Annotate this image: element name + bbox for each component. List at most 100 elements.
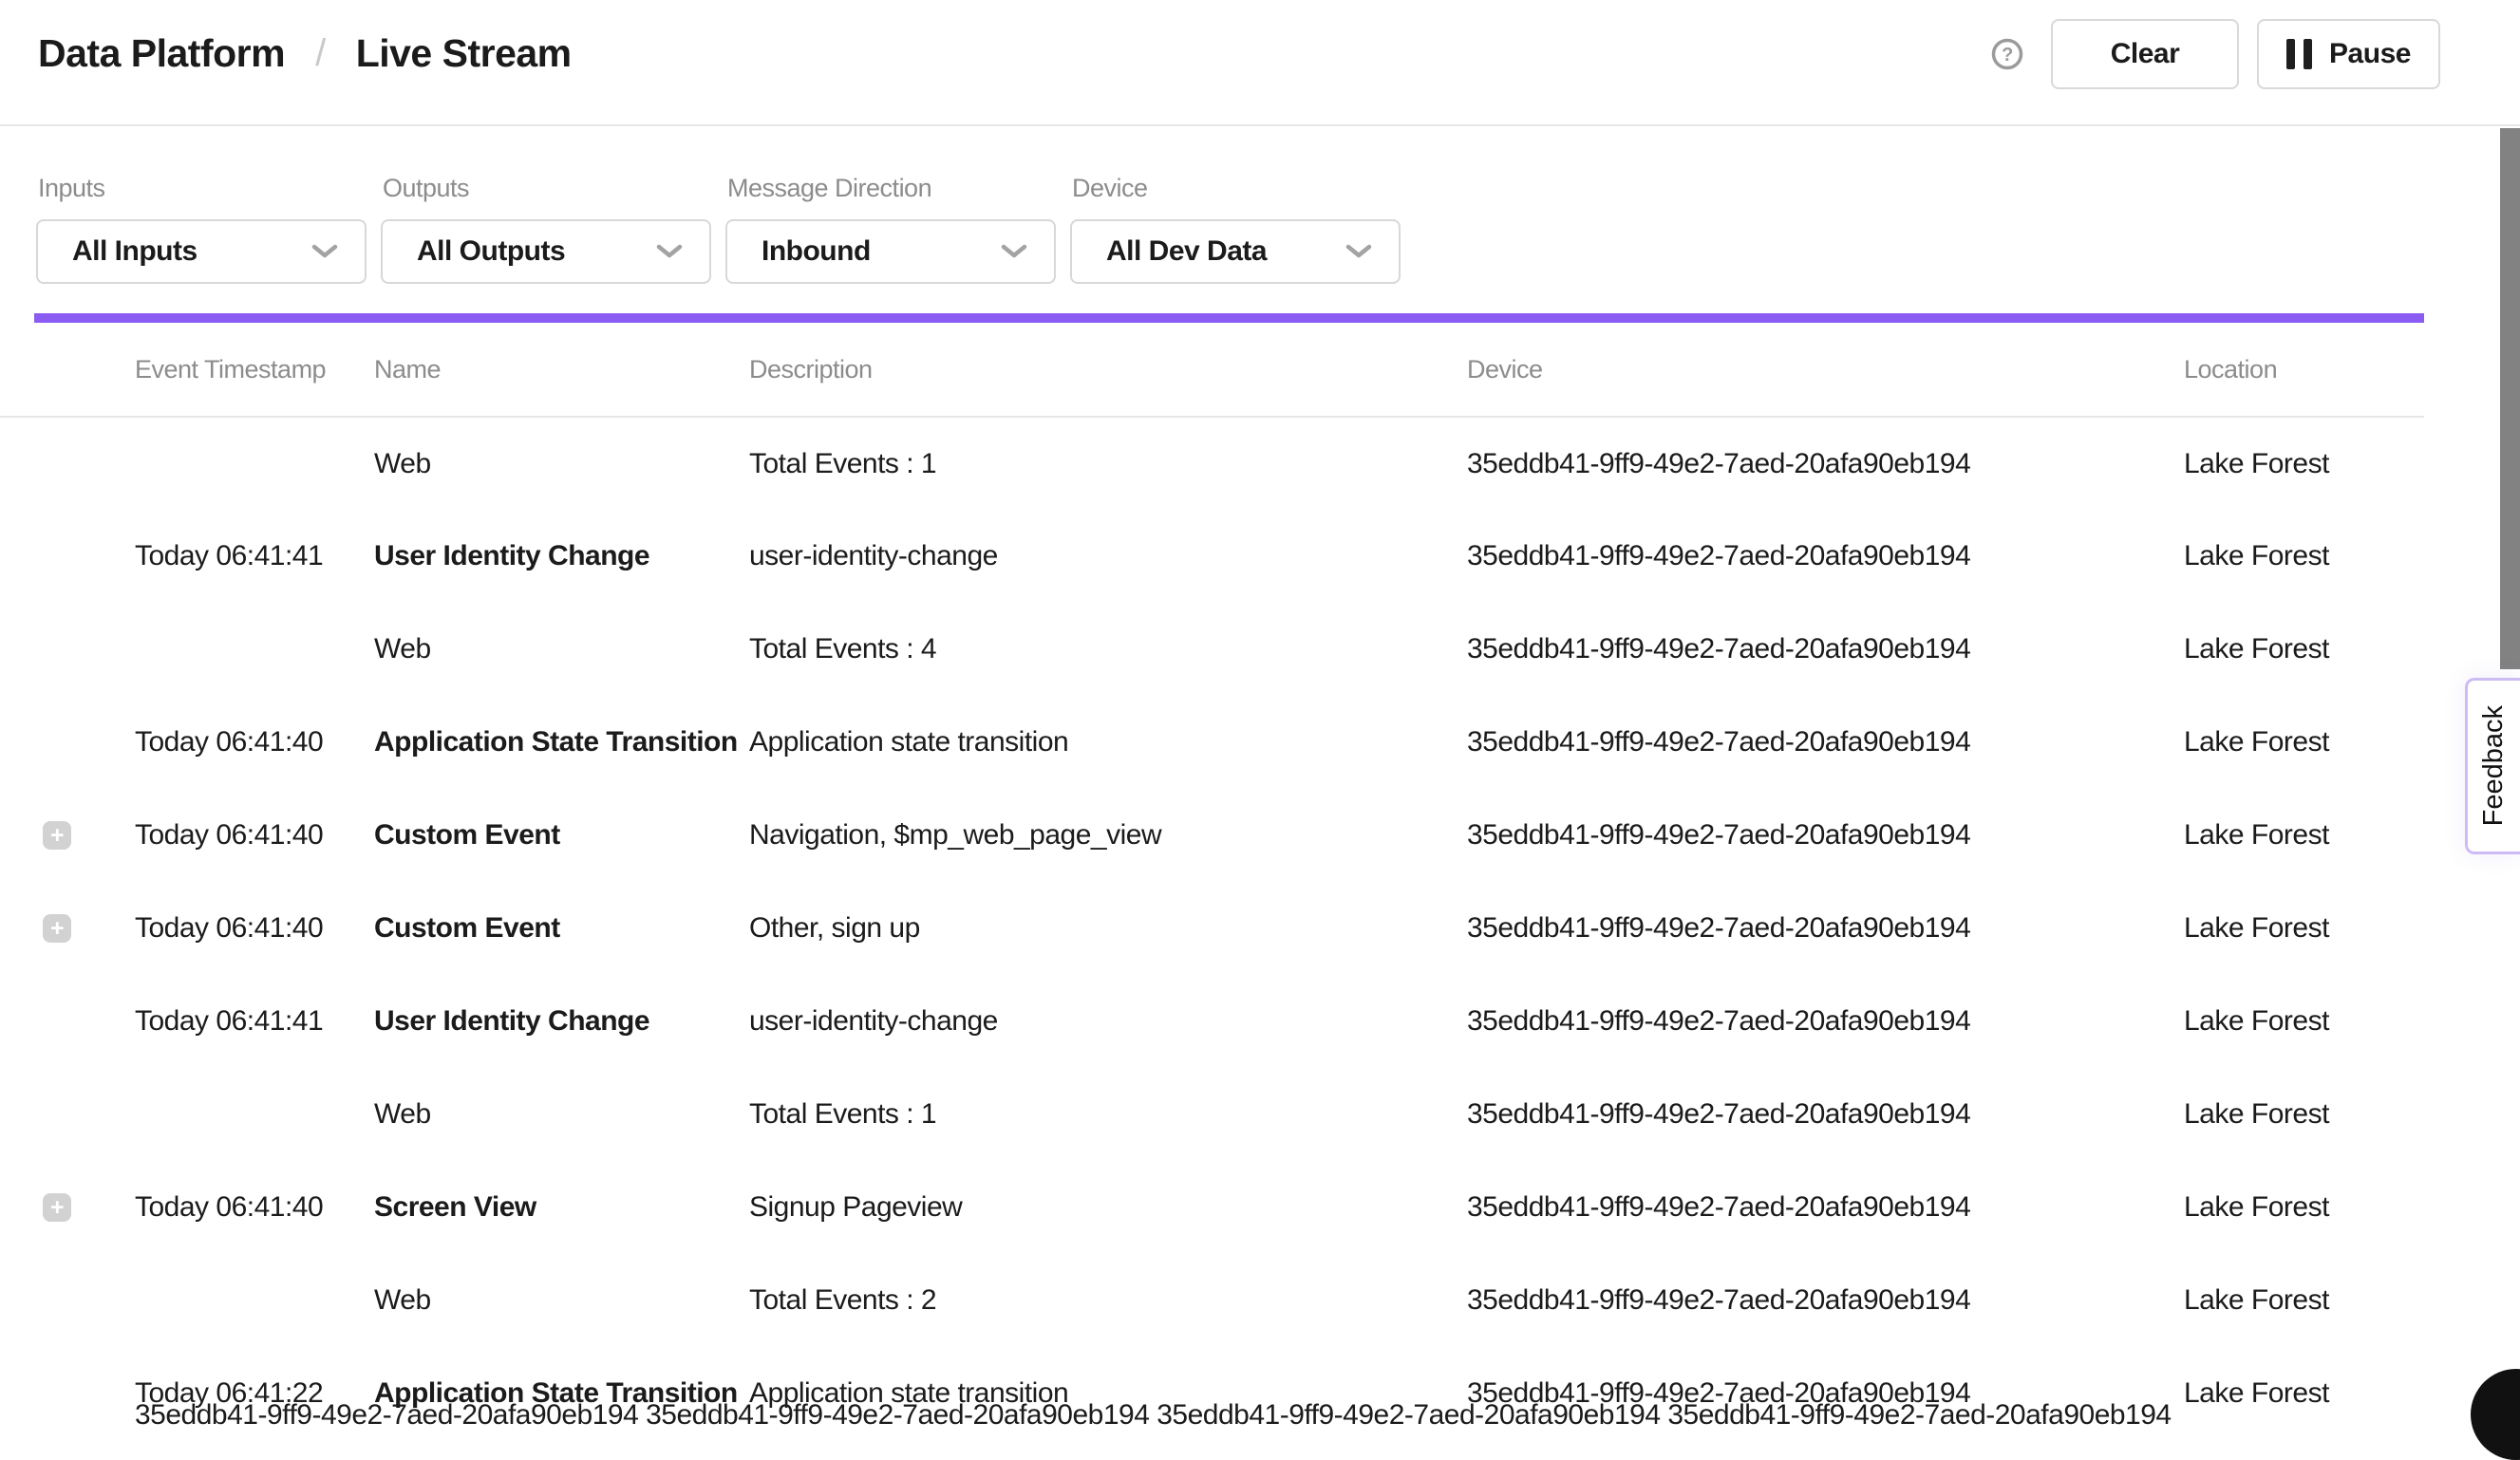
svg-text:?: ? xyxy=(2002,45,2013,66)
column-name: Name xyxy=(374,323,749,417)
breadcrumb-data-platform[interactable]: Data Platform xyxy=(38,31,285,76)
event-timestamp-cell: Today 06:41:40 xyxy=(135,789,374,882)
chevron-down-icon xyxy=(1001,244,1027,259)
event-description-cell: Navigation, $mp_web_page_view xyxy=(749,789,1467,882)
filter-select-inputs[interactable]: All Inputs xyxy=(36,219,367,284)
column-device: Device xyxy=(1467,323,2184,417)
pause-icon xyxy=(2286,39,2312,69)
table-row[interactable]: Today 06:41:40 Application State Transit… xyxy=(0,696,2424,789)
table-row[interactable]: + Today 06:41:40 Custom Event Other, sig… xyxy=(0,882,2424,975)
table-row[interactable]: Today 06:41:41 User Identity Change user… xyxy=(0,510,2424,603)
expand-cell xyxy=(0,510,135,603)
filter-group: Device All Dev Data xyxy=(1070,174,1401,284)
expand-cell xyxy=(0,696,135,789)
event-location-cell: Lake Forest xyxy=(2184,696,2424,789)
chevron-down-icon xyxy=(1345,244,1372,259)
expand-cell: + xyxy=(0,1161,135,1254)
event-name-cell: Custom Event xyxy=(374,789,749,882)
event-location-cell: Lake Forest xyxy=(2184,603,2424,696)
event-description-cell: Application state transition xyxy=(749,696,1467,789)
table-row[interactable]: + Today 06:41:40 Screen View Signup Page… xyxy=(0,1161,2424,1254)
event-description-cell: Signup Pageview xyxy=(749,1161,1467,1254)
feedback-tab[interactable]: Feedback xyxy=(2465,678,2520,854)
event-name-cell: Web xyxy=(374,1068,749,1161)
event-timestamp-cell xyxy=(135,603,374,696)
column-location: Location xyxy=(2184,323,2424,417)
event-timestamp-cell xyxy=(135,1068,374,1161)
expand-icon[interactable]: + xyxy=(43,821,71,850)
event-name-cell: Custom Event xyxy=(374,882,749,975)
event-device-cell: 35eddb41-9ff9-49e2-7aed-20afa90eb194 xyxy=(1467,1068,2184,1161)
event-device-cell: 35eddb41-9ff9-49e2-7aed-20afa90eb194 xyxy=(1467,1161,2184,1254)
filter-label: Outputs xyxy=(383,174,711,203)
event-timestamp-cell: Today 06:41:40 xyxy=(135,882,374,975)
table-row[interactable]: Web Total Events : 1 35eddb41-9ff9-49e2-… xyxy=(0,417,2424,510)
filter-select-device[interactable]: All Dev Data xyxy=(1070,219,1401,284)
event-timestamp-cell: Today 06:41:40 xyxy=(135,696,374,789)
clear-button-label: Clear xyxy=(2111,38,2180,70)
expand-cell xyxy=(0,417,135,510)
chevron-down-icon xyxy=(656,244,683,259)
filter-select-outputs[interactable]: All Outputs xyxy=(381,219,711,284)
event-location-cell: Lake Forest xyxy=(2184,1068,2424,1161)
event-location-cell: Lake Forest xyxy=(2184,1254,2424,1347)
event-description-cell: user-identity-change xyxy=(749,510,1467,603)
expand-cell: + xyxy=(0,789,135,882)
breadcrumb-separator-icon: / xyxy=(315,32,326,75)
event-name-cell: User Identity Change xyxy=(374,975,749,1068)
event-device-cell: 35eddb41-9ff9-49e2-7aed-20afa90eb194 xyxy=(1467,975,2184,1068)
event-location-cell: Lake Forest xyxy=(2184,882,2424,975)
event-device-cell: 35eddb41-9ff9-49e2-7aed-20afa90eb194 xyxy=(1467,789,2184,882)
event-location-cell: Lake Forest xyxy=(2184,975,2424,1068)
filter-select-message-direction[interactable]: Inbound xyxy=(725,219,1056,284)
event-timestamp-cell: Today 06:41:41 xyxy=(135,510,374,603)
event-device-cell: 35eddb41-9ff9-49e2-7aed-20afa90eb194 xyxy=(1467,417,2184,510)
scrollbar-thumb[interactable] xyxy=(2500,128,2520,669)
table-row[interactable]: Web Total Events : 4 35eddb41-9ff9-49e2-… xyxy=(0,603,2424,696)
expand-icon[interactable]: + xyxy=(43,1193,71,1222)
event-location-cell: Lake Forest xyxy=(2184,789,2424,882)
filter-select-value: All Outputs xyxy=(417,235,565,268)
filter-bar: Inputs All Inputs Outputs All Outputs Me… xyxy=(0,126,2520,284)
expand-cell xyxy=(0,1068,135,1161)
clear-button[interactable]: Clear xyxy=(2051,19,2239,89)
expand-cell: + xyxy=(0,882,135,975)
table-row[interactable]: Web Total Events : 1 35eddb41-9ff9-49e2-… xyxy=(0,1068,2424,1161)
event-name-cell: Web xyxy=(374,1254,749,1347)
live-stream-table: Event Timestamp Name Description Device … xyxy=(0,323,2424,1440)
live-stream-page: Data Platform / Live Stream ? Clear Paus… xyxy=(0,0,2520,1440)
event-description-cell: Total Events : 1 xyxy=(749,417,1467,510)
breadcrumb-live-stream: Live Stream xyxy=(356,31,572,76)
event-description-cell: Total Events : 2 xyxy=(749,1254,1467,1347)
event-name-cell: Web xyxy=(374,417,749,510)
event-timestamp-cell: Today 06:41:40 xyxy=(135,1161,374,1254)
filter-label: Inputs xyxy=(38,174,367,203)
expand-cell xyxy=(0,1347,135,1440)
expand-icon[interactable]: + xyxy=(43,914,71,943)
table-header-row: Event Timestamp Name Description Device … xyxy=(0,323,2424,417)
filter-select-value: Inbound xyxy=(762,235,871,268)
filter-group: Outputs All Outputs xyxy=(381,174,711,284)
event-location-cell: Lake Forest xyxy=(2184,1161,2424,1254)
table-row[interactable]: Today 06:41:41 User Identity Change user… xyxy=(0,975,2424,1068)
event-location-cell: Lake Forest xyxy=(2184,417,2424,510)
event-timestamp-cell: Today 06:41:41 xyxy=(135,975,374,1068)
event-name-cell: Screen View xyxy=(374,1161,749,1254)
event-location-cell: Lake Forest xyxy=(2184,510,2424,603)
event-device-cell: 35eddb41-9ff9-49e2-7aed-20afa90eb194 xyxy=(1467,510,2184,603)
table-row[interactable]: Web Total Events : 2 35eddb41-9ff9-49e2-… xyxy=(0,1254,2424,1347)
event-device-cell: 35eddb41-9ff9-49e2-7aed-20afa90eb194 xyxy=(1467,696,2184,789)
header-actions: ? Clear Pause xyxy=(1990,19,2440,89)
event-name-cell: User Identity Change xyxy=(374,510,749,603)
event-device-cell: 35eddb41-9ff9-49e2-7aed-20afa90eb194 xyxy=(1467,603,2184,696)
expand-cell xyxy=(0,975,135,1068)
column-event-timestamp: Event Timestamp xyxy=(135,323,374,417)
event-device-cell: 35eddb41-9ff9-49e2-7aed-20afa90eb194 xyxy=(1467,882,2184,975)
pause-button[interactable]: Pause xyxy=(2257,19,2440,89)
help-icon[interactable]: ? xyxy=(1990,37,2024,71)
table-row[interactable]: + Today 06:41:40 Custom Event Navigation… xyxy=(0,789,2424,882)
expand-cell xyxy=(0,1254,135,1347)
filter-group: Inputs All Inputs xyxy=(36,174,367,284)
clipped-next-row: 35eddb41-9ff9-49e2-7aed-20afa90eb194 35e… xyxy=(135,1399,2414,1432)
event-description-cell: user-identity-change xyxy=(749,975,1467,1068)
